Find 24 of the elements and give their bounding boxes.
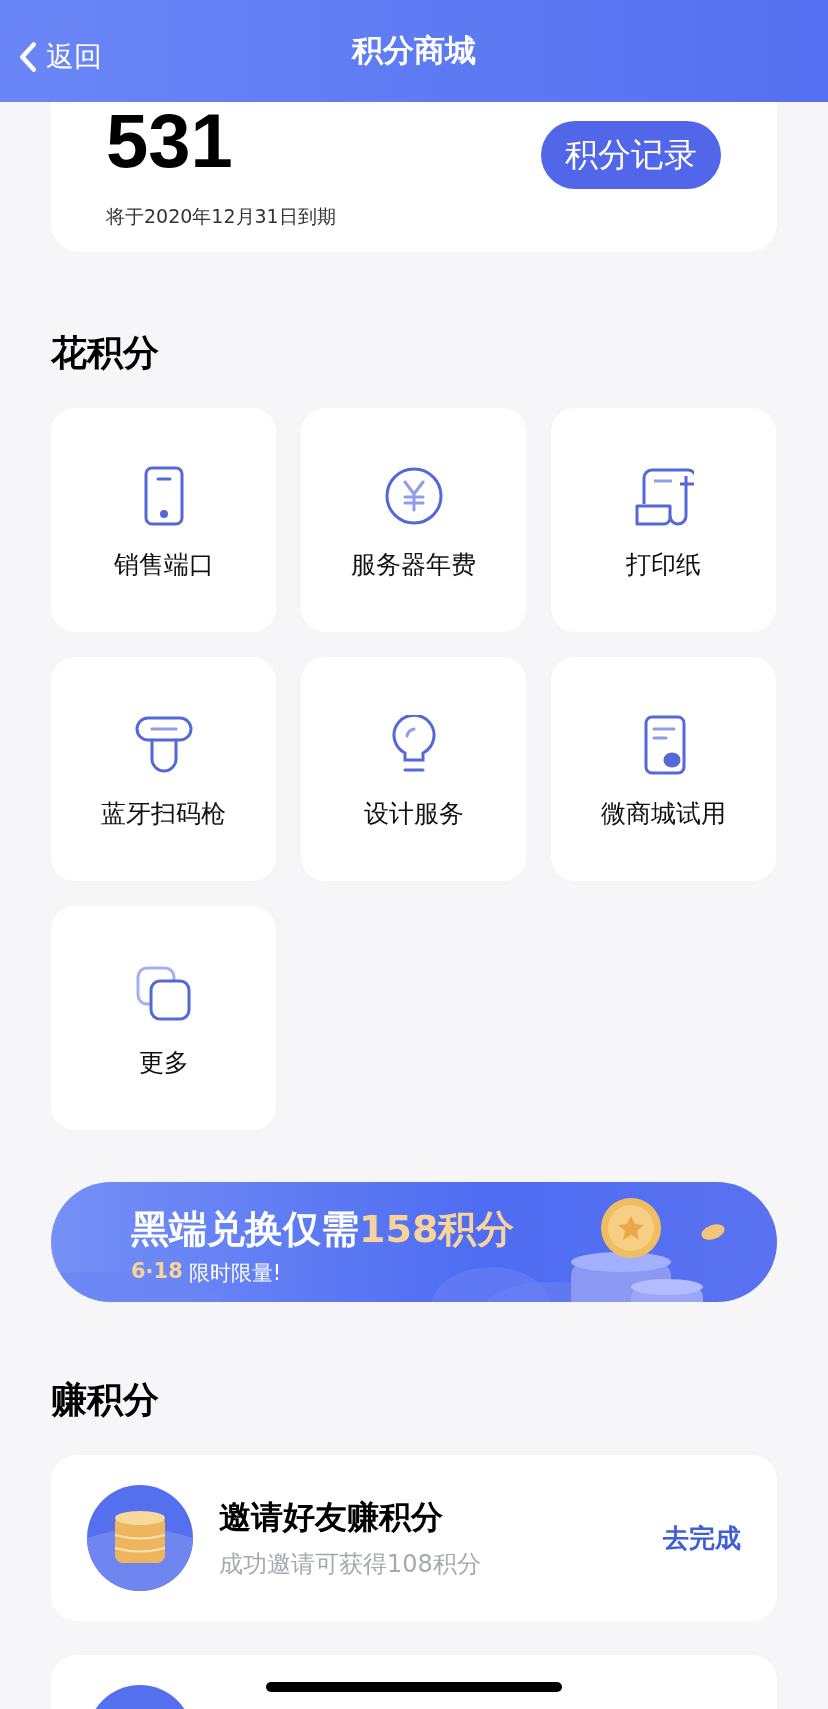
reward-tile[interactable]: 打印纸 xyxy=(551,408,776,632)
yen-icon xyxy=(383,466,444,526)
reward-tile[interactable]: 更多 xyxy=(51,906,276,1130)
paper-roll-icon xyxy=(633,466,694,526)
reward-tile[interactable]: 设计服务 xyxy=(301,657,526,881)
banner-headline: 黑端兑换仅需158积分 xyxy=(131,1206,516,1253)
back-icon xyxy=(18,41,38,73)
banner-date: 6·18 xyxy=(131,1259,183,1285)
banner-subline: 限时限量! xyxy=(188,1260,282,1287)
expiry-text: 将于2020年12月31日到期 xyxy=(106,204,336,229)
task-title: 邀请好友赚积分 xyxy=(219,1497,444,1538)
section-title: 赚积分 xyxy=(51,1378,160,1422)
points-history-button[interactable]: 积分记录 xyxy=(541,121,721,189)
reward-tile[interactable]: 蓝牙扫码枪 xyxy=(51,657,276,881)
scanner-icon xyxy=(133,715,194,775)
section-title: 花积分 xyxy=(51,331,160,375)
task-description: 成功邀请可获得108积分 xyxy=(219,1549,482,1580)
reward-tile[interactable]: 微商城试用 xyxy=(551,657,776,881)
complete-link[interactable]: 去完成 xyxy=(663,1520,741,1556)
page-title: 积分商城 xyxy=(352,31,476,70)
promo-banner[interactable]: 黑端兑换仅需158积分 6·18 限时限量! xyxy=(51,1182,777,1302)
reward-tile[interactable]: 服务器年费 xyxy=(301,408,526,632)
reward-tile[interactable]: 销售端口 xyxy=(51,408,276,632)
points-value: 531 xyxy=(106,106,234,176)
